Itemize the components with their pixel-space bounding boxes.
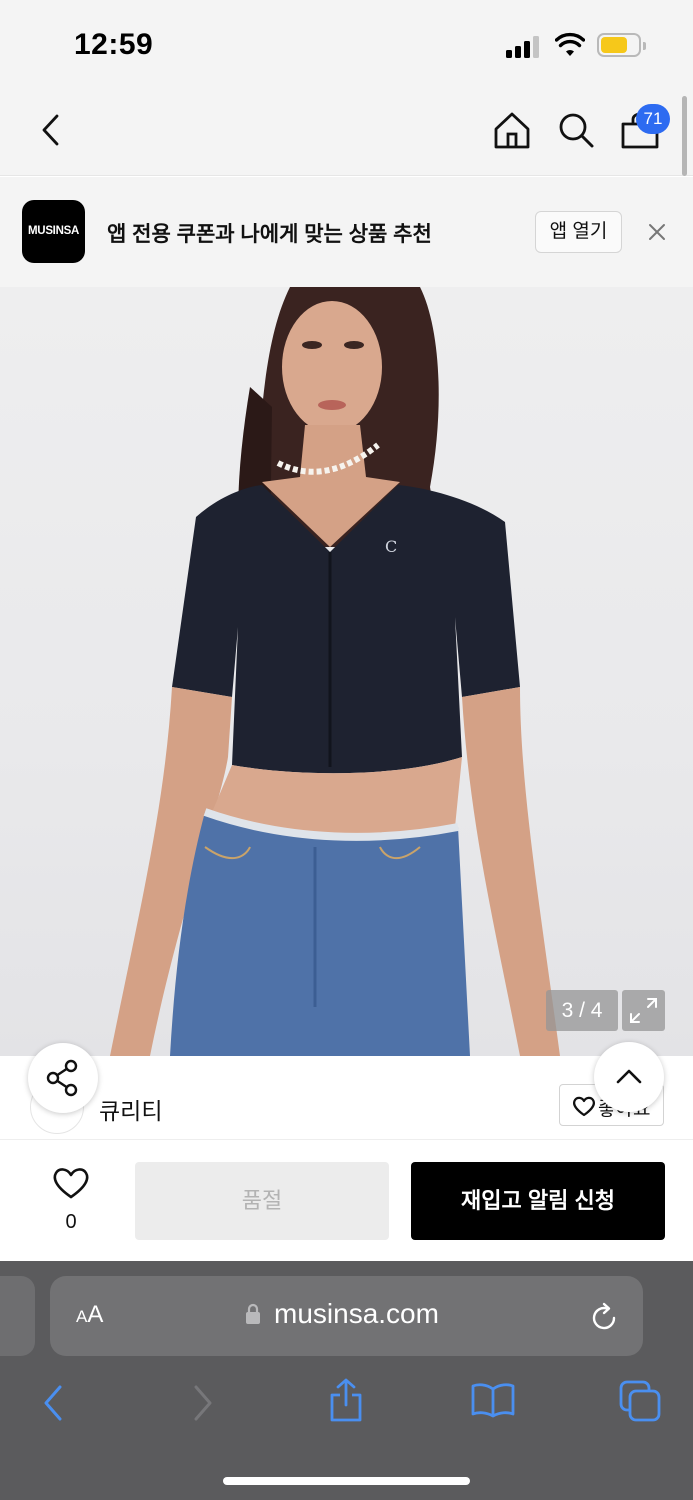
brand-row: CURETTY 큐리티 좋아요	[0, 1042, 693, 1140]
battery-icon	[597, 33, 646, 57]
scroll-indicator	[682, 96, 687, 176]
previous-tab-preview[interactable]	[0, 1276, 35, 1356]
brand-name[interactable]: 큐리티	[99, 1092, 162, 1126]
address-bar[interactable]: AA musinsa.com	[50, 1276, 643, 1356]
app-install-banner: MUSINSA 앱 전용 쿠폰과 나에게 맞는 상품 추천 앱 열기	[0, 177, 693, 287]
musinsa-logo: MUSINSA	[22, 200, 85, 263]
browser-back-icon[interactable]	[40, 1383, 66, 1423]
banner-message: 앱 전용 쿠폰과 나에게 맞는 상품 추천	[107, 223, 432, 246]
status-time: 12:59	[74, 28, 154, 61]
expand-button[interactable]	[622, 990, 665, 1031]
wish-count: 0	[65, 1211, 77, 1233]
model-illustration: C	[110, 287, 560, 1056]
tabs-icon[interactable]	[618, 1379, 662, 1423]
close-icon[interactable]	[648, 223, 666, 241]
home-indicator	[223, 1477, 470, 1485]
open-app-button[interactable]: 앱 열기	[535, 211, 622, 253]
cellular-signal-icon	[506, 34, 542, 58]
heart-icon	[573, 1096, 595, 1117]
share-icon	[46, 1059, 78, 1097]
heart-icon	[53, 1168, 89, 1199]
cart-count-badge: 71	[636, 104, 670, 134]
purchase-action-bar: 0 품절 재입고 알림 신청	[0, 1141, 693, 1261]
share-button[interactable]	[28, 1043, 98, 1113]
back-arrow-icon[interactable]	[38, 112, 62, 148]
top-nav	[0, 88, 693, 176]
text-size-button[interactable]: AA	[76, 1301, 103, 1329]
share-icon[interactable]	[328, 1377, 364, 1423]
svg-text:C: C	[385, 537, 397, 556]
restock-alert-button[interactable]: 재입고 알림 신청	[411, 1162, 665, 1240]
chevron-up-icon	[616, 1069, 642, 1084]
wifi-icon	[555, 32, 585, 56]
wish-button[interactable]: 0	[40, 1161, 102, 1237]
scroll-to-top-button[interactable]	[594, 1042, 664, 1112]
expand-icon	[630, 998, 657, 1023]
browser-toolbar: AA musinsa.com	[0, 1261, 693, 1500]
home-icon[interactable]	[492, 110, 532, 150]
search-icon[interactable]	[556, 110, 596, 150]
browser-forward-icon[interactable]	[190, 1383, 216, 1423]
product-image[interactable]: C 3 / 4	[0, 287, 693, 1056]
url-text[interactable]: musinsa.com	[274, 1298, 439, 1330]
soldout-button[interactable]: 품절	[135, 1162, 389, 1240]
status-bar: 12:59	[0, 0, 693, 88]
lock-icon	[246, 1303, 260, 1324]
bookmarks-icon[interactable]	[470, 1381, 516, 1419]
image-counter: 3 / 4	[546, 990, 618, 1031]
reload-icon[interactable]	[591, 1301, 619, 1331]
